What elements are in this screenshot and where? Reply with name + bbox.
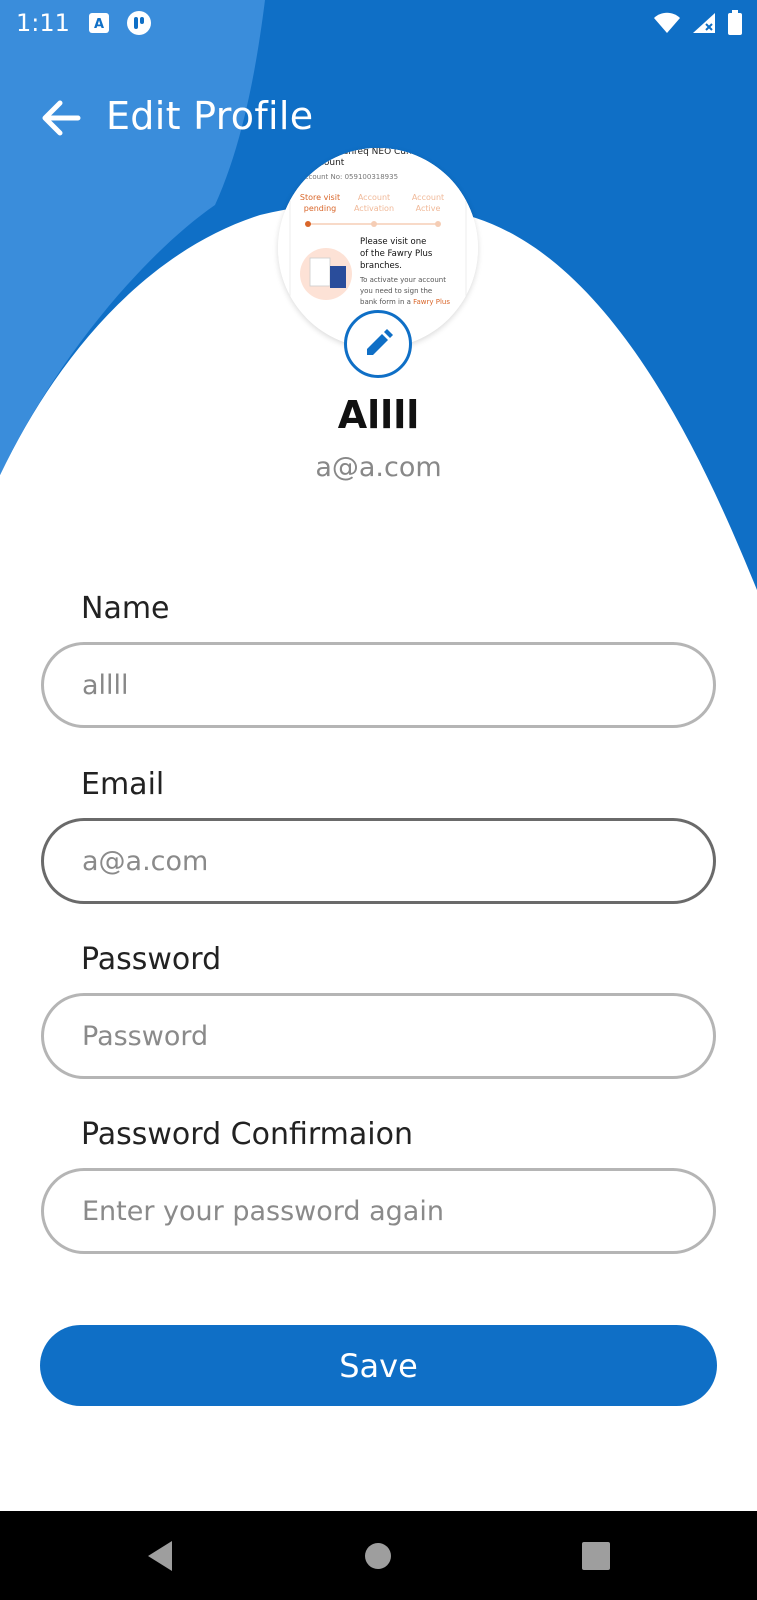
home-circle-icon: [365, 1543, 391, 1569]
battery-icon: [727, 10, 743, 40]
svg-text:Account No: 059100318935: Account No: 059100318935: [300, 173, 398, 181]
nav-back-button[interactable]: [138, 1531, 188, 1581]
svg-text:Account: Account: [412, 193, 444, 202]
svg-text:of the Fawry Plus: of the Fawry Plus: [360, 249, 433, 259]
svg-text:pending: pending: [304, 204, 337, 213]
translate-app-icon: A: [88, 12, 110, 34]
page-title: Edit Profile: [106, 94, 314, 138]
svg-text:Please visit one: Please visit one: [360, 237, 426, 247]
password-input[interactable]: [41, 993, 716, 1079]
password-confirm-input[interactable]: [41, 1168, 716, 1254]
edit-avatar-button[interactable]: [344, 310, 412, 378]
svg-text:To activate your account: To activate your account: [359, 276, 446, 284]
nav-recents-button[interactable]: [571, 1531, 621, 1581]
name-input[interactable]: [41, 642, 716, 728]
wifi-icon: [653, 11, 681, 39]
arrow-left-icon: [42, 100, 81, 136]
status-bar: 1:11 A: [0, 0, 757, 46]
signal-icon: [691, 11, 717, 39]
svg-text:Account: Account: [358, 193, 390, 202]
password-confirm-label: Password Confirmaion: [81, 1117, 413, 1152]
email-input[interactable]: [41, 818, 716, 904]
svg-text:you need to sign the: you need to sign the: [360, 287, 432, 295]
system-nav-bar: [0, 1511, 757, 1600]
svg-text:Store visit: Store visit: [300, 193, 340, 202]
svg-text:A: A: [94, 17, 104, 32]
app-bar: Edit Profile: [0, 88, 757, 150]
email-label: Email: [81, 767, 165, 802]
name-label: Name: [81, 591, 170, 626]
back-button[interactable]: [38, 96, 88, 140]
svg-text:branches.: branches.: [360, 261, 402, 271]
app-icon: [126, 10, 152, 36]
nav-home-button[interactable]: [353, 1531, 403, 1581]
svg-text:Active: Active: [416, 204, 441, 213]
status-time: 1:11: [16, 9, 70, 37]
recents-square-icon: [582, 1542, 610, 1570]
profile-name: Allll: [337, 393, 420, 437]
password-label: Password: [81, 942, 222, 977]
back-triangle-icon: [148, 1541, 172, 1571]
svg-text:Activation: Activation: [354, 204, 394, 213]
svg-text:bank form in a Fawry Plus: bank form in a Fawry Plus: [360, 298, 450, 306]
save-button[interactable]: Save: [40, 1325, 717, 1406]
status-icons: [653, 10, 743, 40]
profile-email: a@a.com: [315, 452, 442, 483]
pencil-icon: [367, 329, 393, 355]
